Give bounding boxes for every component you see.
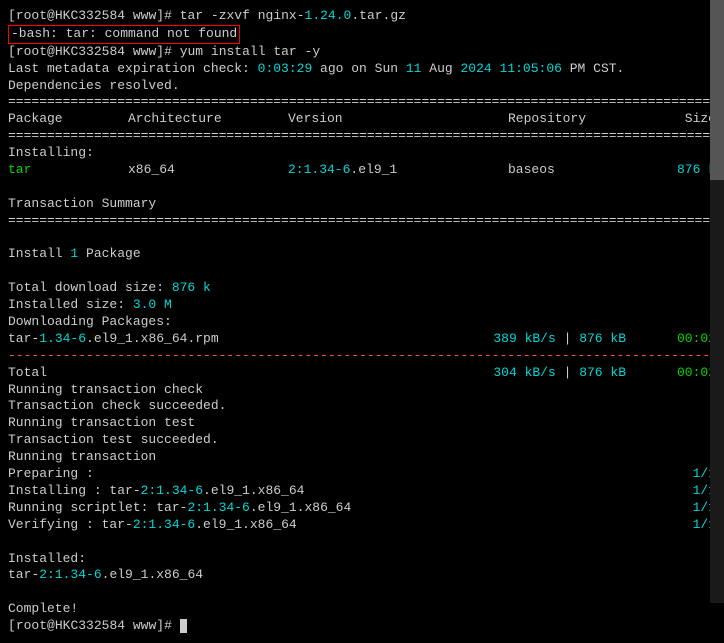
pkg-version: 2:1.34-6.el9_1: [288, 162, 508, 179]
table-row: tar x86_64 2:1.34-6.el9_1 baseos 876 k: [8, 162, 716, 179]
pkg-repo: baseos: [508, 162, 648, 179]
header-size: Size: [648, 111, 716, 128]
step-prepare: Preparing :1/1: [8, 466, 716, 483]
total-label: Total: [8, 365, 466, 382]
metadata-line: Last metadata expiration check: 0:03:29 …: [8, 61, 716, 78]
pkg-arch: x86_64: [128, 162, 288, 179]
installed-pkg: tar-2:1.34-6.el9_1.x86_64: [8, 567, 716, 584]
pkg-size: 876 k: [648, 162, 716, 179]
header-version: Version: [288, 111, 508, 128]
installed-label: Installed:: [8, 551, 716, 568]
trans-test: Running transaction test: [8, 415, 716, 432]
dep-resolved: Dependencies resolved.: [8, 78, 716, 95]
header-package: Package: [8, 111, 128, 128]
rpm-time: 00:02: [626, 331, 716, 348]
terminal-output: [root@HKC332584 www]# yum install tar -y…: [8, 8, 716, 635]
complete: Complete!: [8, 601, 716, 618]
header-repo: Repository: [508, 111, 648, 128]
download-row: tar-1.34-6.el9_1.x86_64.rpm 389 kB/s | 8…: [8, 331, 716, 348]
cursor: [180, 619, 187, 633]
prompt-line-2: [root@HKC332584 www]# yum install tar -y: [8, 44, 716, 61]
install-count: Install 1 Package: [8, 246, 716, 263]
error-box: -bash: tar: command not found: [8, 25, 716, 44]
step-scriptlet: Running scriptlet: tar-2:1.34-6.el9_1.x8…: [8, 500, 716, 517]
download-size: Total download size: 876 k: [8, 280, 716, 297]
installing-label: Installing:: [8, 145, 716, 162]
downloading-label: Downloading Packages:: [8, 314, 716, 331]
rpm-name: tar-1.34-6.el9_1.x86_64.rpm: [8, 331, 466, 348]
trans-test-ok: Transaction test succeeded.: [8, 432, 716, 449]
total-time: 00:02: [626, 365, 716, 382]
step-install: Installing : tar-2:1.34-6.el9_1.x86_641/…: [8, 483, 716, 500]
step-verify: Verifying : tar-2:1.34-6.el9_1.x86_641/1: [8, 517, 716, 534]
prompt-line-1: [root@HKC332584 www]# yum install tar -y…: [8, 8, 716, 25]
pkg-name: tar: [8, 162, 128, 179]
trans-run: Running transaction: [8, 449, 716, 466]
scrollbar-thumb[interactable]: [710, 0, 724, 180]
trans-check: Running transaction check: [8, 382, 716, 399]
rpm-speed: 389 kB/s | 876 kB: [466, 331, 626, 348]
divider-dash: ----------------------------------------…: [8, 348, 716, 365]
installed-size: Installed size: 3.0 M: [8, 297, 716, 314]
transaction-summary: Transaction Summary: [8, 196, 716, 213]
divider: ========================================…: [8, 128, 716, 145]
header-arch: Architecture: [128, 111, 288, 128]
divider: ========================================…: [8, 94, 716, 111]
total-speed: 304 kB/s | 876 kB: [466, 365, 626, 382]
total-row: Total 304 kB/s | 876 kB 00:02: [8, 365, 716, 382]
table-header: Package Architecture Version Repository …: [8, 111, 716, 128]
divider: ========================================…: [8, 213, 716, 230]
trans-check-ok: Transaction check succeeded.: [8, 398, 716, 415]
scrollbar[interactable]: [710, 0, 724, 603]
prompt-line-3[interactable]: [root@HKC332584 www]#: [8, 618, 716, 635]
